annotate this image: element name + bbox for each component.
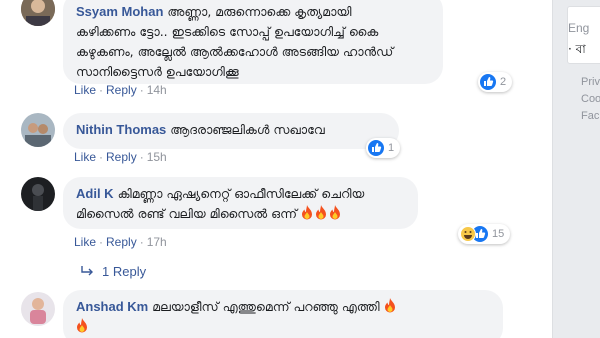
comment-bubble: Nithin Thomas ആദരാഞ്ജലികൾ സഖാവേ — [63, 113, 399, 149]
language-card: Eng · বা — [567, 6, 600, 64]
footer-link[interactable]: Priv — [581, 74, 600, 91]
reaction-summary[interactable]: 1 — [366, 138, 401, 158]
comment-text-line: സാനിട്ടൈസർ ഉപയോഗിക്കൂ — [76, 64, 239, 79]
comment-text-line: കഴുകണം, അല്ലേൽ ആൽക്കഹോൾ അടങ്ങിയ ഹാൻഡ് — [76, 44, 394, 59]
comment-text-line: മിസൈൽ രണ്ട് വലിയ മിസൈൽ ഒന്ന് — [76, 206, 297, 221]
replies-count-label[interactable]: 1 Reply — [102, 264, 146, 279]
reaction-count: 15 — [492, 228, 505, 240]
comment-timestamp[interactable]: 14h — [147, 83, 167, 97]
comment-timestamp[interactable]: 15h — [147, 150, 167, 164]
reply-link[interactable]: Reply — [106, 235, 137, 249]
comment-text-line: കഴിക്കണം ട്ടോ.. ഇടക്കിടെ സോപ്പ് ഉപയോഗിച്… — [76, 24, 379, 39]
comment-text-line: അണ്ണാ, മരുന്നൊക്കെ കൃത്യമായി — [167, 4, 352, 19]
right-sidebar: Eng · বা Priv Coo Fac — [552, 0, 600, 338]
reply-link[interactable]: Reply — [106, 150, 137, 164]
footer-link[interactable]: Coo — [581, 91, 600, 108]
avatar[interactable] — [21, 292, 55, 326]
language-card-title: Eng — [568, 21, 590, 35]
comment-bubble: Ssyam Mohan അണ്ണാ, മരുന്നൊക്കെ കൃത്യമായി … — [63, 0, 443, 84]
footer-links: Priv Coo Fac — [581, 74, 600, 125]
comment-actions: Like · Reply · 15h — [74, 150, 167, 164]
haha-reaction-icon — [460, 226, 476, 242]
comment-bubble: Anshad Km മലയാളീസ് എത്തുമെന്ന് പറഞ്ഞു എത്… — [63, 290, 503, 338]
fire-emoji-icon — [315, 205, 329, 221]
comment-text-line: ആദരാഞ്ജലികൾ സഖാവേ — [170, 122, 325, 137]
like-reaction-icon — [368, 140, 384, 156]
reply-arrow-icon — [80, 265, 94, 280]
avatar[interactable] — [21, 113, 55, 147]
fire-emoji-icon — [384, 298, 398, 314]
comments-feed: Ssyam Mohan അണ്ണാ, മരുന്നൊക്കെ കൃത്യമായി … — [0, 0, 552, 338]
language-option[interactable]: · বা — [568, 41, 586, 61]
comment-author[interactable]: Anshad Km — [76, 299, 148, 314]
like-link[interactable]: Like — [74, 235, 96, 249]
comment-actions: Like · Reply · 17h — [74, 235, 167, 249]
avatar[interactable] — [21, 177, 55, 211]
reaction-count: 2 — [500, 76, 507, 88]
footer-link[interactable]: Fac — [581, 108, 600, 125]
avatar[interactable] — [21, 0, 55, 26]
fire-emoji-icon — [76, 318, 90, 334]
fire-emoji-icon — [301, 205, 315, 221]
comment-bubble: Adil K കിമണ്ണാ ഏഷ്യനെറ്റ് ഓഫീസിലേക്ക് ചെറ… — [63, 177, 418, 229]
comment-text-line: മലയാളീസ് എത്തുമെന്ന് പറഞ്ഞു എത്തി — [152, 299, 380, 314]
comment-author[interactable]: Nithin Thomas — [76, 122, 166, 137]
reaction-summary[interactable]: 15 — [458, 224, 511, 244]
reaction-count: 1 — [388, 142, 395, 154]
fire-emoji-icon — [329, 205, 343, 221]
reaction-summary[interactable]: 2 — [478, 72, 513, 92]
comment-author[interactable]: Ssyam Mohan — [76, 4, 163, 19]
like-reaction-icon — [480, 74, 496, 90]
like-link[interactable]: Like — [74, 83, 96, 97]
comment-timestamp[interactable]: 17h — [147, 235, 167, 249]
reply-link[interactable]: Reply — [106, 83, 137, 97]
like-link[interactable]: Like — [74, 150, 96, 164]
comment-text-line: കിമണ്ണാ ഏഷ്യനെറ്റ് ഓഫീസിലേക്ക് ചെറിയ — [117, 186, 365, 201]
comment-author[interactable]: Adil K — [76, 186, 114, 201]
comment-actions: Like · Reply · 14h — [74, 83, 167, 97]
view-replies-link[interactable]: 1 Reply — [80, 264, 146, 280]
